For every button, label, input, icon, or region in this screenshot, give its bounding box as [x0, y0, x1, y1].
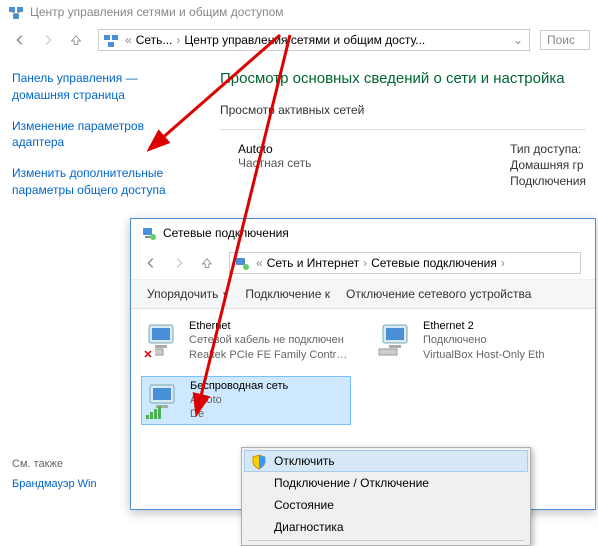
network-connections-icon [141, 225, 157, 241]
section-label: Просмотр активных сетей [220, 103, 586, 117]
sidebar-sharing-link[interactable]: Изменить дополнительные параметры общего… [12, 165, 188, 199]
connect-to-button[interactable]: Подключение к [237, 284, 338, 304]
see-also-label: См. также [12, 458, 97, 470]
ctx-diagnostics[interactable]: Диагностика [244, 516, 528, 538]
adapter-status: Подключено [423, 333, 544, 347]
adapters-view: Ethernet Сетевой кабель не подключен Rea… [131, 309, 595, 433]
adapter-item-ethernet2[interactable]: Ethernet 2 Подключено VirtualBox Host-On… [375, 317, 585, 364]
breadcrumb[interactable]: Сеть... [136, 33, 173, 47]
window-title: Сетевые подключения [163, 226, 289, 240]
breadcrumb[interactable]: Сеть и Интернет [267, 256, 359, 270]
window-titlebar: Центр управления сетями и общим доступом [0, 0, 598, 24]
nav-bar: « Сеть и Интернет › Сетевые подключения … [131, 247, 595, 280]
network-center-icon [103, 32, 119, 48]
adapter-status: Сетевой кабель не подключен [189, 333, 349, 347]
forward-button[interactable] [36, 28, 60, 52]
disconnected-icon [141, 347, 155, 361]
network-center-window: Центр управления сетями и общим доступом… [0, 0, 598, 227]
toolbar: Упорядочить▼ Подключение к Отключение се… [131, 280, 595, 309]
content-area: Просмотр основных сведений о сети и наст… [200, 56, 598, 227]
sidebar: Панель управления — домашняя страница Из… [0, 56, 200, 227]
adapter-name: Ethernet 2 [423, 319, 544, 333]
access-type-label: Тип доступа: [510, 142, 586, 156]
adapter-device: Realtek PCIe FE Family Controller [189, 348, 349, 362]
adapter-item-wifi[interactable]: Беспроводная сеть Autoto De [141, 376, 351, 425]
adapter-device: De [190, 407, 288, 421]
adapter-name: Беспроводная сеть [190, 379, 288, 393]
adapter-item-ethernet[interactable]: Ethernet Сетевой кабель не подключен Rea… [141, 317, 351, 364]
network-connections-icon [234, 255, 250, 271]
back-button[interactable] [139, 251, 163, 275]
adapter-icon [377, 319, 417, 359]
search-input[interactable]: Поис [540, 30, 590, 50]
window-title: Центр управления сетями и общим доступом [30, 5, 284, 19]
adapter-icon [143, 319, 183, 359]
network-type: Частная сеть [238, 156, 510, 170]
forward-button[interactable] [167, 251, 191, 275]
divider [220, 129, 586, 130]
sidebar-adapters-link[interactable]: Изменение параметров адаптера [12, 118, 188, 152]
chevron-right-icon: « [256, 256, 263, 270]
sidebar-home-link[interactable]: Панель управления — домашняя страница [12, 70, 188, 104]
signal-bars-icon [146, 406, 161, 419]
address-bar[interactable]: « Сеть... › Центр управления сетями и об… [98, 29, 530, 51]
adapter-name: Ethernet [189, 319, 349, 333]
page-heading: Просмотр основных сведений о сети и наст… [220, 70, 586, 87]
network-center-icon [8, 4, 24, 20]
ctx-status[interactable]: Состояние [244, 494, 528, 516]
ctx-disable[interactable]: Отключить [244, 450, 528, 472]
back-button[interactable] [8, 28, 32, 52]
shield-icon [251, 454, 267, 470]
chevron-right-icon: › [363, 256, 367, 270]
breadcrumb[interactable]: Сетевые подключения [371, 256, 497, 270]
menu-separator [248, 540, 524, 541]
organize-button[interactable]: Упорядочить▼ [139, 284, 237, 304]
disable-device-button[interactable]: Отключение сетевого устройства [338, 284, 539, 304]
up-button[interactable] [64, 28, 88, 52]
network-connections-window: Сетевые подключения « Сеть и Интернет › … [130, 218, 596, 510]
window-titlebar: Сетевые подключения [131, 219, 595, 247]
chevron-right-icon: « [125, 33, 132, 47]
context-menu: Отключить Подключение / Отключение Состо… [241, 447, 531, 546]
ctx-toggle-connection[interactable]: Подключение / Отключение [244, 472, 528, 494]
chevron-right-icon: › [501, 256, 505, 270]
breadcrumb[interactable]: Центр управления сетями и общим досту... [184, 33, 425, 47]
sidebar-footer: См. также Брандмауэр Win [12, 458, 97, 490]
connections-label: Подключения [510, 174, 586, 188]
up-button[interactable] [195, 251, 219, 275]
adapter-icon [144, 379, 184, 419]
chevron-down-icon[interactable]: ⌄ [513, 33, 523, 47]
address-bar[interactable]: « Сеть и Интернет › Сетевые подключения … [229, 252, 581, 274]
chevron-right-icon: › [176, 33, 180, 47]
nav-bar: « Сеть... › Центр управления сетями и об… [0, 24, 598, 56]
network-name: Autoto [238, 142, 510, 156]
homegroup-label: Домашняя гр [510, 158, 586, 172]
adapter-device: VirtualBox Host-Only Eth [423, 348, 544, 362]
firewall-link[interactable]: Брандмауэр Win [12, 478, 97, 490]
adapter-status: Autoto [190, 393, 288, 407]
